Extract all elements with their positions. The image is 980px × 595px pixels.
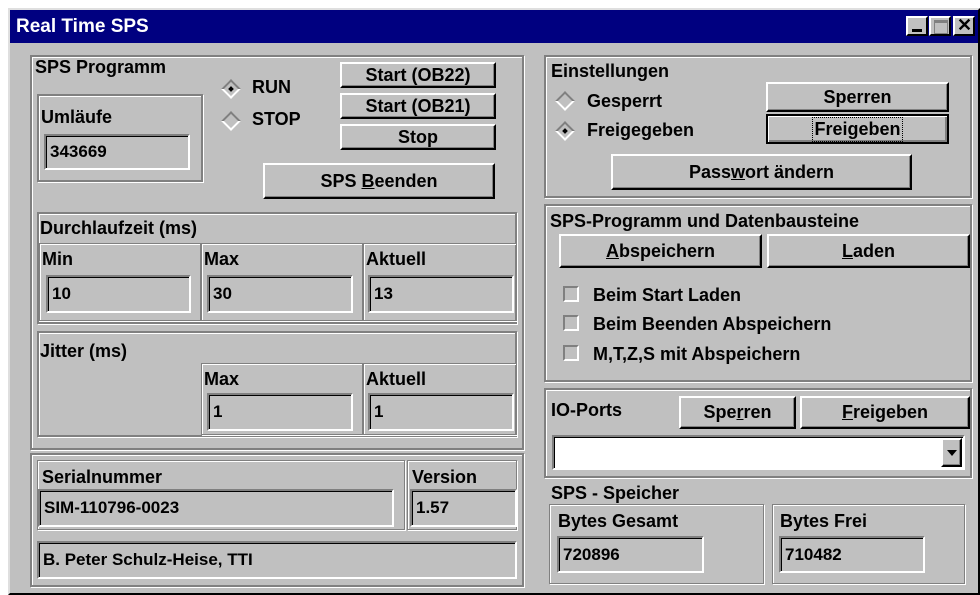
maximize-icon	[934, 20, 948, 34]
radio-run-label: RUN	[252, 77, 291, 97]
window-title: Real Time SPS	[16, 16, 149, 37]
sps-beenden-label: SPS Beenden	[320, 171, 437, 192]
minimize-button[interactable]	[906, 16, 928, 36]
sps-programm-title: SPS Programm	[35, 57, 167, 77]
einst-freigeben-label: Freigeben	[812, 116, 903, 142]
umlaeufe-label: Umläufe	[41, 107, 113, 127]
speicher-frei-label: Bytes Frei	[780, 511, 868, 531]
passwort-accel: w	[731, 161, 746, 182]
io-ports-title: IO-Ports	[551, 400, 623, 420]
abspeichern-accel: A	[605, 240, 619, 261]
dlz-min-value: 10	[46, 275, 191, 313]
io-ports-dropdown-button[interactable]	[941, 438, 962, 467]
radio-freigegeben-dot	[562, 128, 568, 134]
jitter-aktuell-value: 1	[368, 393, 514, 431]
maximize-button[interactable]	[929, 16, 951, 36]
einst-freigeben-button[interactable]: Freigeben	[766, 114, 949, 144]
dlz-aktuell-value: 13	[368, 275, 514, 313]
radio-stop-label: STOP	[252, 109, 301, 129]
laden-label: Laden	[842, 241, 895, 262]
speicher-title: SPS - Speicher	[551, 483, 680, 503]
passwort-pre: Pass	[688, 161, 731, 182]
durchlaufzeit-title: Durchlaufzeit (ms)	[40, 218, 198, 238]
passwort-aendern-button[interactable]: Passwort ändern	[611, 154, 912, 190]
checkbox-beenden-abspeichern[interactable]	[563, 315, 579, 331]
speicher-frei-value: 710482	[779, 536, 925, 573]
io-freigeben-button[interactable]: Freigeben	[800, 396, 970, 429]
speicher-gesamt-label: Bytes Gesamt	[558, 511, 679, 531]
io-freigeben-accel: F	[841, 402, 853, 422]
io-sperren-label: Sperren	[703, 402, 771, 423]
checkbox-beenden-abspeichern-label: Beim Beenden Abspeichern	[593, 314, 832, 334]
title-bar[interactable]: Real Time SPS	[10, 10, 978, 43]
einst-sperren-button[interactable]: Sperren	[766, 82, 949, 112]
io-ports-dropdown[interactable]	[552, 435, 965, 470]
checkbox-mtzs-label: M,T,Z,S mit Abspeichern	[593, 344, 801, 364]
jitter-max-value: 1	[207, 393, 353, 431]
sps-beenden-post: eenden	[374, 170, 438, 191]
einstellungen-title: Einstellungen	[551, 61, 670, 81]
jitter-max-label: Max	[204, 369, 240, 389]
laden-rest: aden	[852, 240, 895, 261]
start-ob22-label: Start (OB22)	[365, 64, 471, 85]
start-ob21-button[interactable]: Start (OB21)	[340, 93, 496, 119]
start-ob22-button[interactable]: Start (OB22)	[340, 62, 496, 88]
version-value: 1.57	[410, 489, 517, 527]
io-sperren-post: ren	[743, 402, 772, 422]
speicher-gesamt-value: 720896	[557, 536, 704, 573]
minimize-icon	[912, 29, 922, 32]
jitter-title: Jitter (ms)	[40, 341, 128, 361]
author-field: B. Peter Schulz-Heise, TTI	[37, 541, 517, 579]
io-sperren-pre: Spe	[703, 402, 737, 422]
io-freigeben-rest: reigeben	[852, 402, 929, 422]
einst-sperren-label: Sperren	[823, 86, 892, 107]
io-sperren-accel: r	[736, 402, 744, 422]
umlaeufe-value: 343669	[44, 134, 190, 170]
radio-gesperrt-label: Gesperrt	[587, 91, 663, 111]
passwort-post: ort ändern	[745, 161, 835, 182]
version-label: Version	[412, 467, 478, 487]
laden-accel: L	[841, 240, 853, 261]
serial-value: SIM-110796-0023	[38, 489, 394, 527]
abspeichern-rest: bspeichern	[618, 240, 716, 261]
checkbox-start-laden-label: Beim Start Laden	[593, 285, 742, 305]
jitter-aktuell-label: Aktuell	[366, 369, 427, 389]
dlz-aktuell-label: Aktuell	[366, 249, 427, 269]
abspeichern-label: Abspeichern	[606, 241, 715, 262]
dlz-max-value: 30	[207, 275, 353, 313]
chevron-down-icon	[946, 449, 957, 456]
start-ob21-label: Start (OB21)	[365, 95, 471, 116]
serial-label: Serialnummer	[42, 467, 163, 487]
sps-beenden-accel: B	[361, 170, 375, 191]
stop-label: Stop	[398, 126, 438, 147]
passwort-aendern-label: Passwort ändern	[689, 162, 834, 183]
sps-beenden-pre: SPS	[320, 170, 362, 191]
checkbox-mtzs[interactable]	[563, 345, 579, 361]
radio-run-dot	[228, 86, 234, 92]
abspeichern-button[interactable]: Abspeichern	[559, 234, 762, 268]
laden-button[interactable]: Laden	[767, 234, 970, 268]
io-sperren-button[interactable]: Sperren	[679, 396, 796, 429]
checkbox-start-laden[interactable]	[563, 286, 579, 302]
radio-freigegeben-label: Freigegeben	[587, 120, 695, 140]
close-icon: ✕	[957, 15, 973, 35]
close-button[interactable]: ✕	[953, 15, 975, 36]
sps-beenden-button[interactable]: SPS Beenden	[263, 163, 495, 199]
io-freigeben-label: Freigeben	[842, 402, 928, 423]
programm-daten-title: SPS-Programm und Datenbausteine	[550, 211, 860, 231]
dlz-min-label: Min	[42, 249, 73, 269]
dlz-max-label: Max	[204, 249, 240, 269]
stop-button[interactable]: Stop	[340, 124, 496, 150]
